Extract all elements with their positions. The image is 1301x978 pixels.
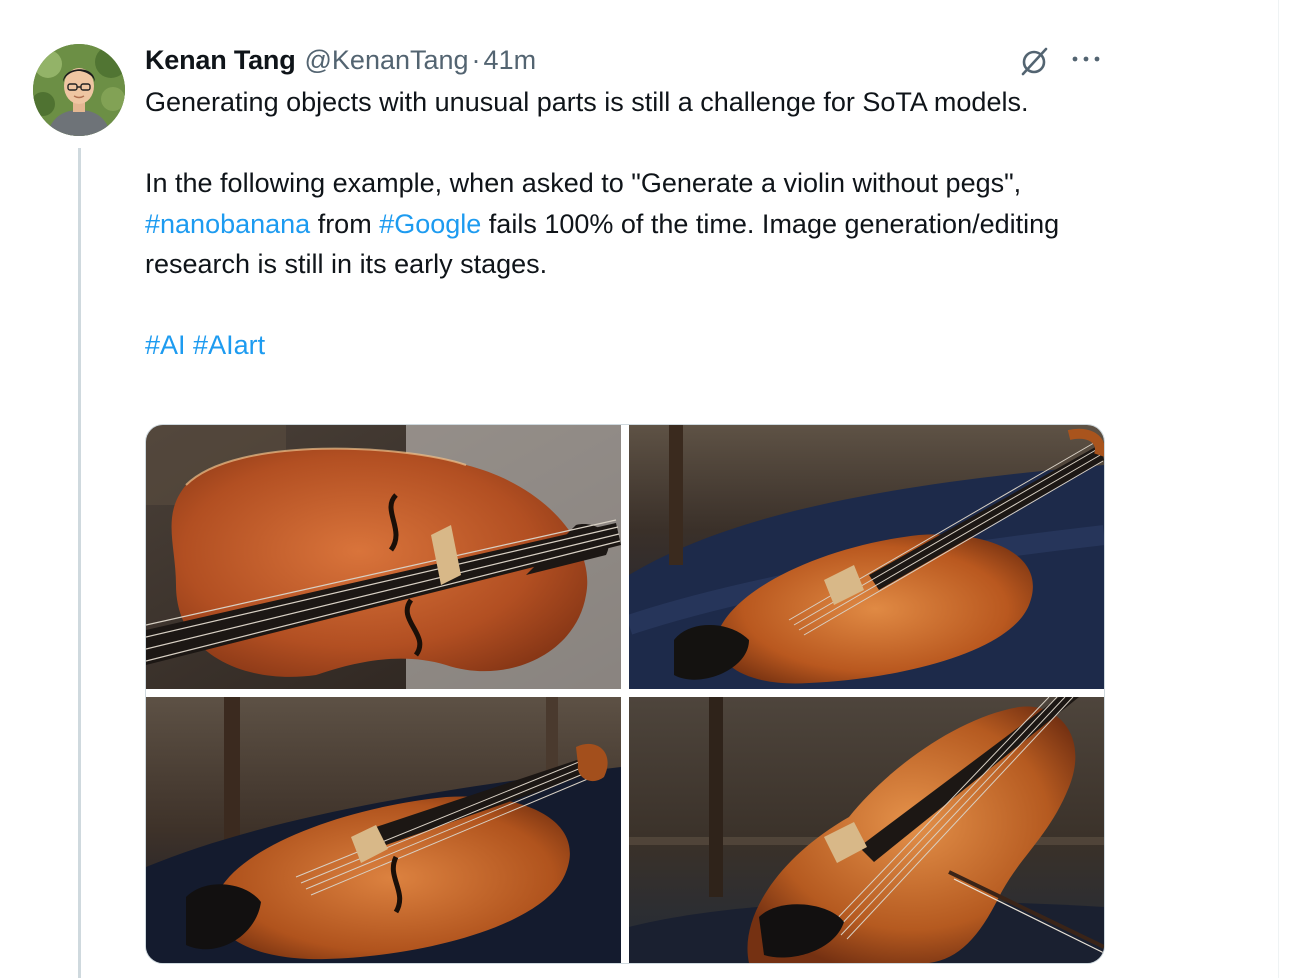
hashtag-nanobanana[interactable]: #nanobanana [145, 209, 310, 239]
author-handle[interactable]: @KenanTang [305, 45, 469, 76]
hashtag-google[interactable]: #Google [379, 209, 481, 239]
violin-photo-3[interactable] [146, 697, 621, 963]
tweet-paragraph-1: Generating objects with unusual parts is… [145, 87, 1029, 117]
hashtag-ai[interactable]: #AI [145, 330, 186, 360]
meta-separator: · [471, 44, 481, 75]
media-grid [145, 424, 1105, 964]
hashtag-aiart[interactable]: #AIart [193, 330, 265, 360]
tweet-text-segment: from [310, 208, 380, 239]
violin-photo-2[interactable] [629, 425, 1104, 689]
tweet-text: Generating objects with unusual parts is… [145, 82, 1105, 366]
author-display-name[interactable]: Kenan Tang [145, 45, 296, 76]
column-divider [1278, 0, 1279, 978]
grok-icon[interactable] [1016, 43, 1052, 79]
tweet-paragraph-2: In the following example, when asked to … [145, 163, 1105, 285]
more-options-icon[interactable] [1068, 44, 1104, 74]
tweet-header: Kenan Tang @KenanTang · 41m [145, 40, 536, 80]
tweet-timestamp[interactable]: 41m [484, 45, 537, 76]
tweet-paragraph-3: #AI #AIart [145, 325, 1105, 366]
tweet-text-segment: In the following example, when asked to … [145, 168, 1022, 198]
thread-connector-line [78, 148, 81, 978]
violin-photo-4[interactable] [629, 697, 1104, 963]
avatar[interactable] [33, 44, 125, 136]
violin-photo-1[interactable] [146, 425, 621, 689]
